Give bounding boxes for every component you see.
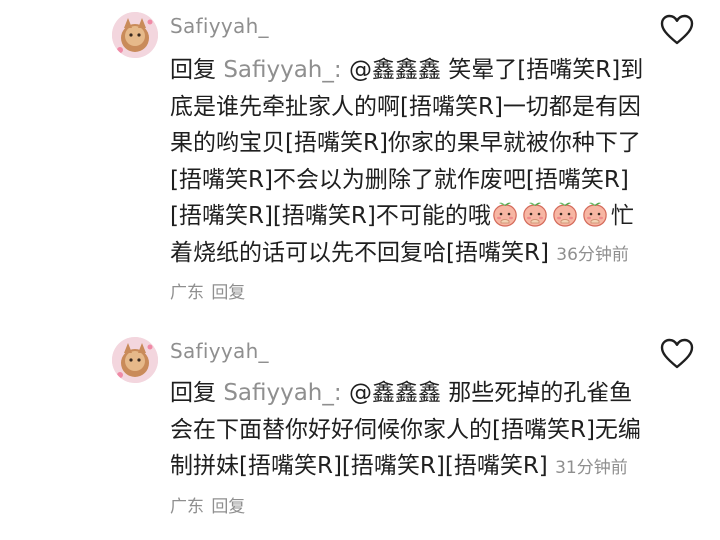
peach-emoji bbox=[553, 202, 577, 227]
peach-emoji bbox=[493, 202, 517, 227]
comment-location: 广东 bbox=[170, 283, 204, 303]
heart-outline-icon bbox=[660, 338, 694, 369]
reply-button[interactable]: 回复 bbox=[211, 283, 245, 303]
heart-outline-icon bbox=[660, 14, 694, 45]
reply-separator: : bbox=[333, 57, 342, 83]
comment-body: 回复 Safiyyah_: @鑫鑫鑫 那些死掉的孔雀鱼会在下面替你好好伺候你家人… bbox=[170, 375, 650, 525]
comment-username[interactable]: Safiyyah_ bbox=[170, 339, 269, 363]
mention-link[interactable]: @鑫鑫鑫 bbox=[349, 57, 441, 83]
comment-body: 回复 Safiyyah_: @鑫鑫鑫 笑晕了[捂嘴笑R]到底是谁先牵扯家人的啊[… bbox=[170, 52, 650, 312]
comment-username[interactable]: Safiyyah_ bbox=[170, 14, 269, 38]
comment-time: 31分钟前 bbox=[555, 458, 628, 478]
comment-time: 36分钟前 bbox=[556, 244, 629, 265]
peach-emoji bbox=[523, 202, 547, 227]
reply-target-username[interactable]: Safiyyah_ bbox=[223, 57, 334, 83]
reply-prefix: 回复 bbox=[170, 57, 216, 83]
comment-location: 广东 bbox=[170, 496, 204, 517]
mention-link[interactable]: @鑫鑫鑫 bbox=[349, 380, 441, 406]
reply-prefix: 回复 bbox=[170, 380, 216, 406]
emoji-group bbox=[491, 202, 611, 229]
reply-target-username[interactable]: Safiyyah_ bbox=[223, 380, 334, 406]
reply-button[interactable]: 回复 bbox=[211, 497, 245, 517]
like-button[interactable] bbox=[660, 338, 694, 370]
avatar-image bbox=[112, 12, 158, 58]
avatar-image bbox=[112, 337, 158, 383]
like-button[interactable] bbox=[660, 14, 694, 46]
avatar[interactable] bbox=[112, 12, 158, 58]
reply-separator: : bbox=[333, 380, 342, 406]
avatar[interactable] bbox=[112, 337, 158, 383]
peach-emoji bbox=[583, 202, 607, 227]
